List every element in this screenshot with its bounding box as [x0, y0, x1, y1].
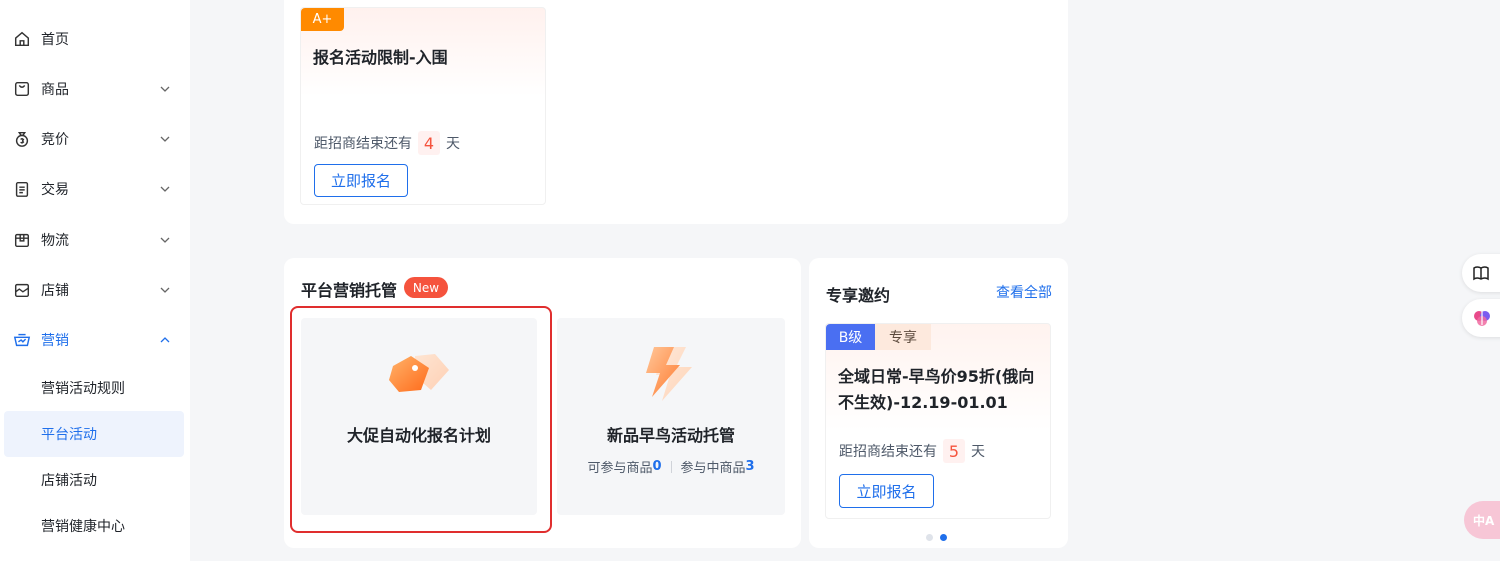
- section-title: 平台营销托管: [301, 281, 398, 300]
- activity-title: 报名活动限制-入围: [313, 48, 448, 67]
- new-product-early-bird-card[interactable]: 新品早鸟活动托管 可参与商品 0 参与中商品 3: [557, 318, 785, 515]
- sidebar-subitem-label: 店铺活动: [41, 473, 97, 489]
- available-products-count: 0: [652, 459, 662, 474]
- sidebar-item-label: 首页: [41, 32, 69, 48]
- brain-icon: [1474, 311, 1490, 326]
- countdown: 距招商结束还有 4 天: [314, 131, 460, 155]
- store-icon: [12, 280, 32, 300]
- activity-panel: A+ 报名活动限制-入围 距招商结束还有 4 天 立即报名: [284, 0, 1068, 224]
- new-badge: New: [404, 277, 448, 298]
- register-button[interactable]: 立即报名: [839, 474, 934, 508]
- carousel-pagination: [926, 534, 947, 541]
- money-bag-icon: [12, 129, 32, 149]
- sidebar-subitem-label: 营销健康中心: [41, 519, 125, 535]
- guide-book-button[interactable]: [1462, 254, 1500, 292]
- countdown-prefix: 距招商结束还有: [839, 444, 937, 460]
- carousel-dot[interactable]: [926, 534, 933, 541]
- ai-assistant-button[interactable]: [1462, 299, 1500, 337]
- invite-title: 全域日常-早鸟价95折(俄向不生效)-12.19-01.01: [838, 367, 1035, 412]
- sidebar-subitem-marketing-rules[interactable]: 营销活动规则: [4, 365, 184, 411]
- joined-products-label: 参与中商品: [680, 461, 746, 476]
- countdown-days: 5: [943, 439, 965, 463]
- sidebar-item-label: 交易: [41, 182, 69, 198]
- sidebar-item-label: 竞价: [41, 132, 69, 148]
- highlight-annotation: [290, 306, 552, 533]
- sidebar-item-store[interactable]: 店铺: [0, 267, 190, 313]
- sidebar-subitem-platform-activity[interactable]: 平台活动: [4, 411, 184, 457]
- sidebar: 首页 商品 竞价 交易 物流 店铺 营销 营销活动规则 平台活动 店铺活动 营销…: [0, 0, 190, 561]
- sidebar-item-label: 营销: [41, 333, 69, 349]
- countdown-prefix: 距招商结束还有: [314, 136, 412, 152]
- lightning-icon: [646, 347, 692, 401]
- grade-badge: A+: [301, 8, 344, 31]
- plan-title: 新品早鸟活动托管: [606, 426, 735, 445]
- sidebar-item-marketing[interactable]: 营销: [0, 317, 190, 363]
- sidebar-subitem-label: 平台活动: [41, 427, 97, 443]
- sidebar-item-label: 物流: [41, 233, 69, 249]
- bag-icon: [12, 79, 32, 99]
- joined-products-count: 3: [745, 459, 755, 474]
- countdown-suffix: 天: [971, 444, 985, 460]
- activity-card[interactable]: A+ 报名活动限制-入围 距招商结束还有 4 天 立即报名: [300, 7, 546, 205]
- invite-card[interactable]: B级 专享 全域日常-早鸟价95折(俄向不生效)-12.19-01.01 距招商…: [825, 323, 1051, 519]
- available-products-label: 可参与商品: [587, 461, 653, 476]
- exclusive-tag: 专享: [875, 324, 931, 350]
- chevron-up-icon: [160, 337, 170, 343]
- clipboard-icon: [12, 179, 32, 199]
- view-all-link[interactable]: 查看全部: [996, 282, 1052, 302]
- sidebar-item-products[interactable]: 商品: [0, 66, 190, 112]
- sidebar-item-bidding[interactable]: 竞价: [0, 116, 190, 162]
- countdown-suffix: 天: [446, 136, 460, 152]
- book-icon: [1473, 266, 1489, 281]
- grade-badge: B级: [826, 324, 875, 350]
- marketing-icon: [12, 330, 32, 350]
- chevron-down-icon: [160, 237, 170, 243]
- exclusive-invite-panel: 专享邀约 查看全部 B级 专享 全域日常-早鸟价95折(俄向不生效)-12.19…: [809, 258, 1068, 548]
- register-button[interactable]: 立即报名: [314, 164, 408, 197]
- countdown: 距招商结束还有 5 天: [839, 439, 985, 463]
- sidebar-subitem-label: 营销活动规则: [41, 381, 125, 397]
- section-title: 专享邀约: [826, 286, 891, 305]
- sidebar-subitem-store-activity[interactable]: 店铺活动: [4, 457, 184, 503]
- plan-stats: 可参与商品 0 参与中商品 3: [557, 457, 785, 476]
- sidebar-item-label: 商品: [41, 82, 69, 98]
- chevron-down-icon: [160, 186, 170, 192]
- translate-button[interactable]: 中A: [1464, 501, 1500, 539]
- sidebar-item-trade[interactable]: 交易: [0, 166, 190, 212]
- sidebar-item-label: 店铺: [41, 283, 69, 299]
- sidebar-subitem-marketing-health[interactable]: 营销健康中心: [4, 503, 184, 549]
- translate-icon: 中A: [1473, 513, 1495, 528]
- box-icon: [12, 230, 32, 250]
- sidebar-item-logistics[interactable]: 物流: [0, 217, 190, 263]
- divider: [670, 460, 672, 473]
- chevron-down-icon: [160, 287, 170, 293]
- chevron-down-icon: [160, 136, 170, 142]
- home-icon: [12, 29, 32, 49]
- countdown-days: 4: [418, 131, 440, 155]
- chevron-down-icon: [160, 86, 170, 92]
- carousel-dot-active[interactable]: [940, 534, 947, 541]
- sidebar-item-home[interactable]: 首页: [0, 16, 190, 62]
